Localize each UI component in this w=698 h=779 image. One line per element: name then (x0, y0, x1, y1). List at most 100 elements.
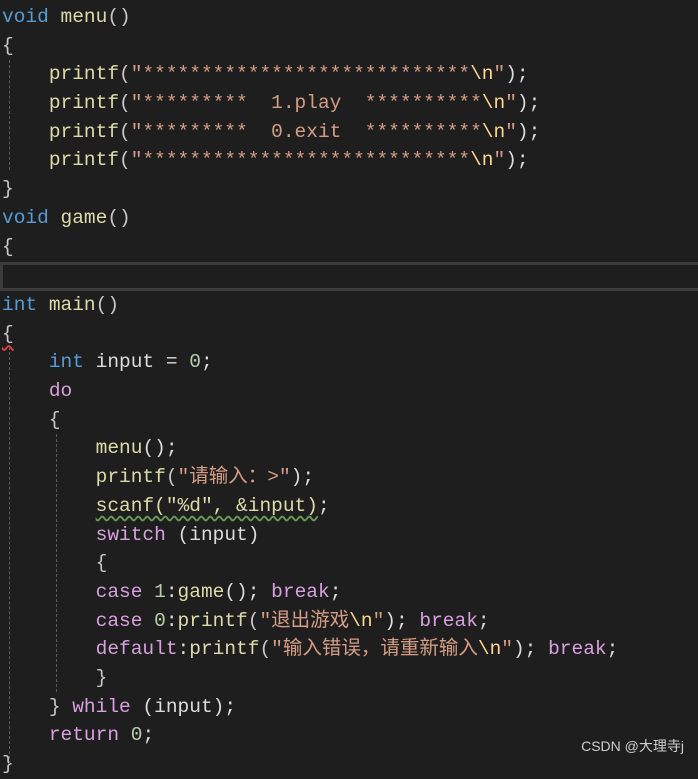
code-line[interactable]: printf("****************************\n")… (0, 146, 698, 175)
code-line[interactable]: do (0, 377, 698, 406)
code-token: ; (606, 638, 619, 661)
code-token: game (177, 580, 225, 603)
code-token: ); (512, 638, 549, 661)
code-token: ); (516, 120, 541, 143)
code-line[interactable]: switch (input) (0, 521, 698, 550)
code-token: "退出游戏 (259, 609, 350, 632)
code-line[interactable]: scanf("%d", &input); (0, 492, 698, 521)
code-section-top[interactable]: void menu(){ printf("*******************… (0, 3, 698, 261)
code-line[interactable]: { (0, 320, 698, 349)
code-line[interactable]: case 0:printf("退出游戏\n"); break; (0, 607, 698, 636)
code-token: "输入错误，请重新输入 (271, 638, 478, 661)
code-token: return (48, 724, 120, 747)
code-line[interactable]: { (0, 406, 698, 435)
code-line[interactable]: } while (input); (0, 693, 698, 722)
code-token: switch (95, 523, 166, 546)
code-line[interactable]: menu(); (0, 434, 698, 463)
code-token: ); (505, 63, 529, 86)
code-token: \n (470, 149, 494, 172)
code-line[interactable]: void game() (0, 204, 698, 233)
code-token: (input); (130, 695, 237, 718)
code-token: } (2, 753, 14, 775)
code-line[interactable]: } (0, 664, 698, 693)
code-line[interactable]: { (0, 549, 698, 578)
code-line[interactable]: { (0, 32, 698, 61)
code-token: 1 (154, 580, 166, 603)
code-line[interactable]: printf("****************************\n")… (0, 60, 698, 89)
code-token: ); (290, 466, 315, 489)
code-token: ; (329, 580, 342, 603)
code-token: { (48, 408, 61, 431)
code-token: " (505, 92, 517, 115)
indent-guide (9, 347, 10, 764)
code-line[interactable]: } (0, 175, 698, 204)
code-token: : (165, 580, 178, 603)
code-line[interactable]: int main() (0, 291, 698, 320)
code-token: "********* 0.exit ********** (130, 120, 482, 143)
code-line[interactable]: void menu() (0, 3, 698, 32)
code-token: input = (83, 351, 190, 374)
code-line[interactable]: { (0, 233, 698, 262)
code-token: ; (317, 494, 330, 517)
code-token: } (48, 695, 61, 718)
code-line[interactable]: printf("请输入：>"); (0, 463, 698, 492)
code-token: } (95, 666, 108, 689)
code-token: while (72, 695, 131, 718)
code-token: void (2, 6, 49, 28)
code-section-main[interactable]: int main(){ int input = 0; do { menu(); … (0, 291, 698, 779)
code-token: "**************************** (130, 63, 471, 86)
code-token: ( (119, 92, 131, 115)
code-token: break (548, 638, 607, 661)
code-token: "请输入：>" (177, 466, 291, 489)
code-token: printf (48, 149, 120, 172)
code-token: printf (48, 120, 120, 143)
code-token: (); (224, 580, 272, 603)
code-token: " (493, 63, 506, 86)
code-token: : (177, 638, 190, 661)
code-token: ; (142, 724, 155, 747)
code-token: printf (177, 609, 248, 632)
code-token: case (95, 609, 143, 632)
code-line[interactable]: case 1:game(); break; (0, 578, 698, 607)
code-token: "**************************** (130, 149, 471, 172)
code-token: ( (119, 149, 131, 172)
code-token: 0 (154, 609, 166, 632)
code-token: printf (95, 466, 166, 489)
code-token: do (48, 380, 73, 403)
code-token: int (2, 294, 38, 316)
code-token: { (2, 322, 14, 345)
code-token: { (95, 552, 108, 575)
code-token: \n (470, 63, 494, 86)
code-line[interactable]: printf("********* 1.play **********\n"); (0, 89, 698, 118)
code-token: " (501, 638, 513, 661)
code-line[interactable]: int input = 0; (0, 348, 698, 377)
code-token: printf (48, 63, 120, 86)
code-token: : (165, 609, 178, 632)
code-token: printf (48, 92, 120, 115)
code-token: " (505, 120, 517, 143)
code-line[interactable]: printf("********* 0.exit **********\n"); (0, 118, 698, 147)
code-token: menu (60, 6, 108, 28)
code-token: \n (349, 609, 373, 632)
code-token: () (95, 294, 120, 316)
code-token: { (2, 235, 14, 258)
indent-guide (56, 434, 57, 692)
code-token: break (419, 609, 478, 632)
watermark: CSDN @大理寺j (581, 738, 684, 754)
code-token: ( (247, 609, 260, 632)
code-line[interactable]: default:printf("输入错误，请重新输入\n"); break; (0, 635, 698, 664)
code-token: printf (189, 638, 260, 661)
